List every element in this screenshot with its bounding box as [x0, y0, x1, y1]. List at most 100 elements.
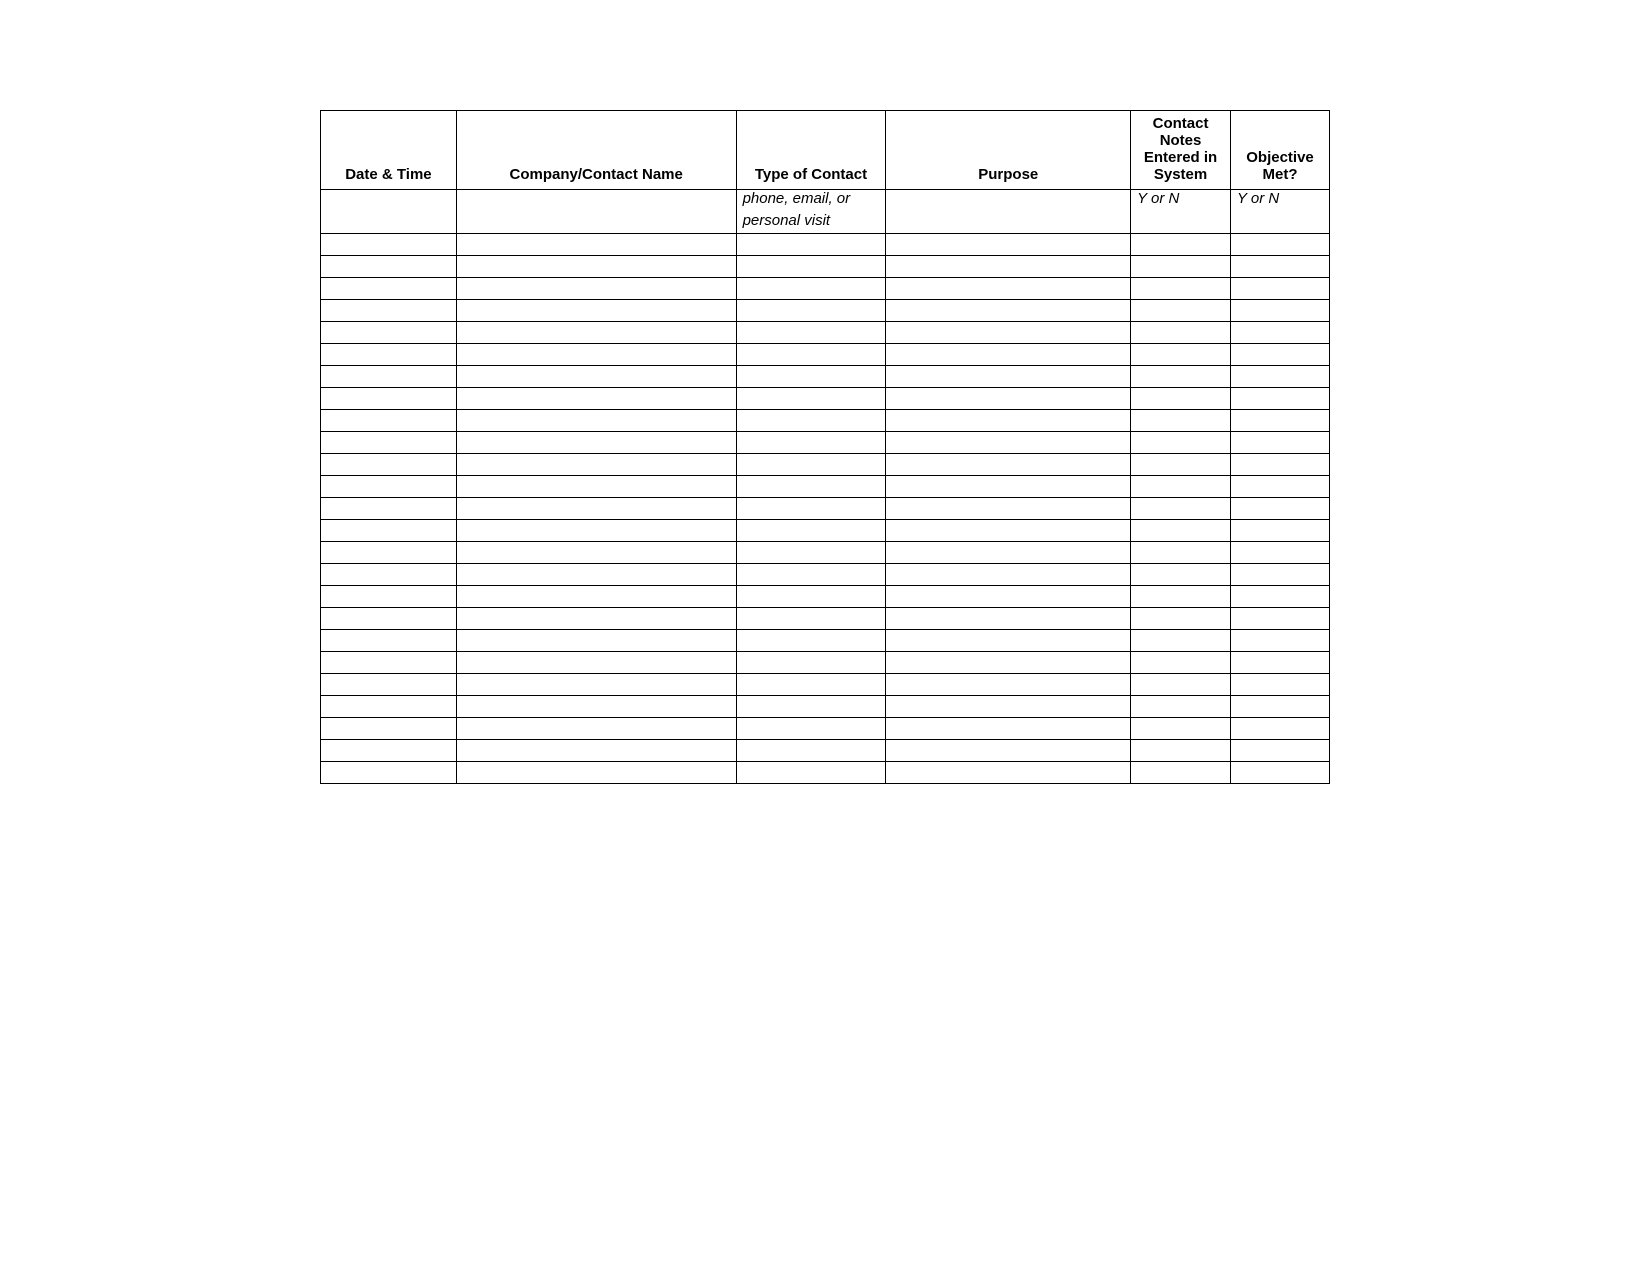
hint-cell-type-line2: personal visit [736, 212, 886, 234]
table-cell [886, 564, 1131, 586]
table-cell [1231, 542, 1330, 564]
table-row [321, 520, 1330, 542]
table-cell [736, 234, 886, 256]
table-cell [456, 410, 736, 432]
table-cell [1231, 388, 1330, 410]
table-cell [1231, 586, 1330, 608]
table-cell [886, 256, 1131, 278]
table-cell [1131, 234, 1231, 256]
table-cell [1231, 278, 1330, 300]
table-row [321, 278, 1330, 300]
table-cell [1131, 608, 1231, 630]
table-cell [1131, 388, 1231, 410]
table-cell [456, 652, 736, 674]
contact-log-table: Date & Time Company/Contact Name Type of… [320, 110, 1330, 784]
table-cell [321, 542, 457, 564]
table-cell [736, 542, 886, 564]
table-cell [1131, 630, 1231, 652]
table-row [321, 366, 1330, 388]
table-cell [736, 410, 886, 432]
table-row [321, 344, 1330, 366]
table-cell [1131, 652, 1231, 674]
table-cell [736, 498, 886, 520]
table-cell [456, 762, 736, 784]
table-row [321, 586, 1330, 608]
table-cell [1131, 740, 1231, 762]
header-type-of-contact: Type of Contact [736, 111, 886, 190]
hint-cell-date-2 [321, 212, 457, 234]
table-cell [1231, 234, 1330, 256]
table-cell [1131, 718, 1231, 740]
table-row [321, 388, 1330, 410]
table-cell [886, 476, 1131, 498]
table-cell [321, 564, 457, 586]
table-cell [886, 520, 1131, 542]
table-cell [886, 300, 1131, 322]
table-cell [886, 762, 1131, 784]
table-cell [321, 278, 457, 300]
table-cell [456, 344, 736, 366]
table-cell [1131, 410, 1231, 432]
table-cell [886, 542, 1131, 564]
table-cell [456, 322, 736, 344]
table-row [321, 762, 1330, 784]
table-cell [886, 410, 1131, 432]
table-cell [321, 432, 457, 454]
table-cell [1231, 630, 1330, 652]
hint-cell-type-line1: phone, email, or [736, 190, 886, 212]
table-cell [321, 344, 457, 366]
table-cell [456, 564, 736, 586]
table-cell [736, 388, 886, 410]
table-cell [1231, 718, 1330, 740]
header-company-contact: Company/Contact Name [456, 111, 736, 190]
table-row [321, 564, 1330, 586]
table-cell [886, 388, 1131, 410]
table-cell [1131, 674, 1231, 696]
hint-cell-company-2 [456, 212, 736, 234]
table-cell [456, 366, 736, 388]
table-cell [456, 696, 736, 718]
table-row [321, 630, 1330, 652]
header-objective-met: Objective Met? [1231, 111, 1330, 190]
table-row [321, 454, 1330, 476]
table-cell [886, 652, 1131, 674]
table-cell [456, 718, 736, 740]
table-cell [321, 608, 457, 630]
table-cell [321, 234, 457, 256]
hint-cell-objective: Y or N [1231, 190, 1330, 212]
table-cell [736, 366, 886, 388]
table-cell [1231, 454, 1330, 476]
table-cell [456, 498, 736, 520]
table-row [321, 674, 1330, 696]
table-row [321, 498, 1330, 520]
table-cell [736, 586, 886, 608]
header-purpose: Purpose [886, 111, 1131, 190]
table-body: phone, email, or Y or N Y or N personal … [321, 190, 1330, 784]
table-cell [321, 410, 457, 432]
hint-cell-company [456, 190, 736, 212]
hint-cell-notes: Y or N [1131, 190, 1231, 212]
table-cell [321, 630, 457, 652]
table-cell [736, 432, 886, 454]
hint-cell-purpose [886, 190, 1131, 212]
table-cell [456, 300, 736, 322]
table-cell [1131, 366, 1231, 388]
table-cell [456, 674, 736, 696]
table-row [321, 652, 1330, 674]
header-contact-notes: Contact Notes Entered in System [1131, 111, 1231, 190]
table-cell [736, 740, 886, 762]
table-row [321, 322, 1330, 344]
table-cell [1131, 762, 1231, 784]
table-cell [1131, 564, 1231, 586]
table-cell [1231, 256, 1330, 278]
table-cell [321, 718, 457, 740]
table-row [321, 696, 1330, 718]
table-cell [1231, 410, 1330, 432]
hint-row-1: phone, email, or Y or N Y or N [321, 190, 1330, 212]
table-cell [321, 454, 457, 476]
hint-cell-date [321, 190, 457, 212]
table-row [321, 476, 1330, 498]
table-cell [321, 674, 457, 696]
table-cell [456, 256, 736, 278]
table-cell [1231, 498, 1330, 520]
